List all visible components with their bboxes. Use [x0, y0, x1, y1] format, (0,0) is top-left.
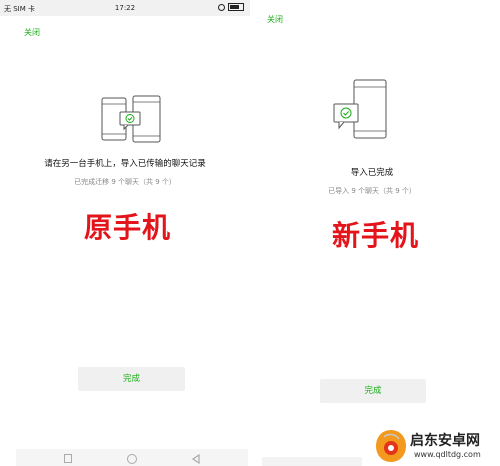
status-subtitle: 已完成迁移 9 个聊天（共 9 个） [74, 178, 176, 186]
status-icons [218, 3, 244, 11]
site-watermark: 启东安卓网 www.qdltdg.com [374, 428, 500, 466]
done-button[interactable]: 完成 [78, 367, 185, 391]
status-title: 请在另一台手机上，导入已传输的聊天记录 [44, 159, 206, 169]
alarm-icon [218, 3, 225, 11]
watermark-logo-icon [376, 430, 406, 462]
status-subtitle: 已导入 9 个聊天（共 9 个） [328, 187, 416, 195]
close-button[interactable]: 关闭 [24, 27, 40, 38]
battery-icon [228, 3, 244, 11]
new-phone-caption: 新手机 [332, 219, 420, 252]
status-time: 17:22 [114, 4, 136, 12]
back-icon[interactable] [191, 454, 201, 464]
watermark-name: 启东安卓网 [410, 433, 480, 449]
phone-transfer-icon [101, 95, 161, 143]
old-phone-caption: 原手机 [84, 211, 172, 244]
bottom-bar [262, 457, 362, 466]
status-title: 导入已完成 [350, 168, 394, 178]
close-button[interactable]: 关闭 [267, 14, 283, 25]
recent-apps-icon[interactable] [64, 454, 72, 463]
status-bar: 无 SIM 卡 17:22 [0, 0, 250, 16]
home-icon[interactable] [127, 454, 137, 464]
done-button[interactable]: 完成 [320, 379, 426, 403]
phone-import-icon [333, 79, 387, 139]
navigation-bar [16, 449, 248, 466]
new-phone-screen: 关闭 导入已完成 已导入 9 个聊天（共 9 个） 新手机 完成 [256, 0, 500, 466]
watermark-url: www.qdltdg.com [414, 450, 481, 459]
old-phone-screen: 无 SIM 卡 17:22 关闭 请在另一台手机上，导入已传输的聊天记录 已完成… [0, 0, 250, 466]
